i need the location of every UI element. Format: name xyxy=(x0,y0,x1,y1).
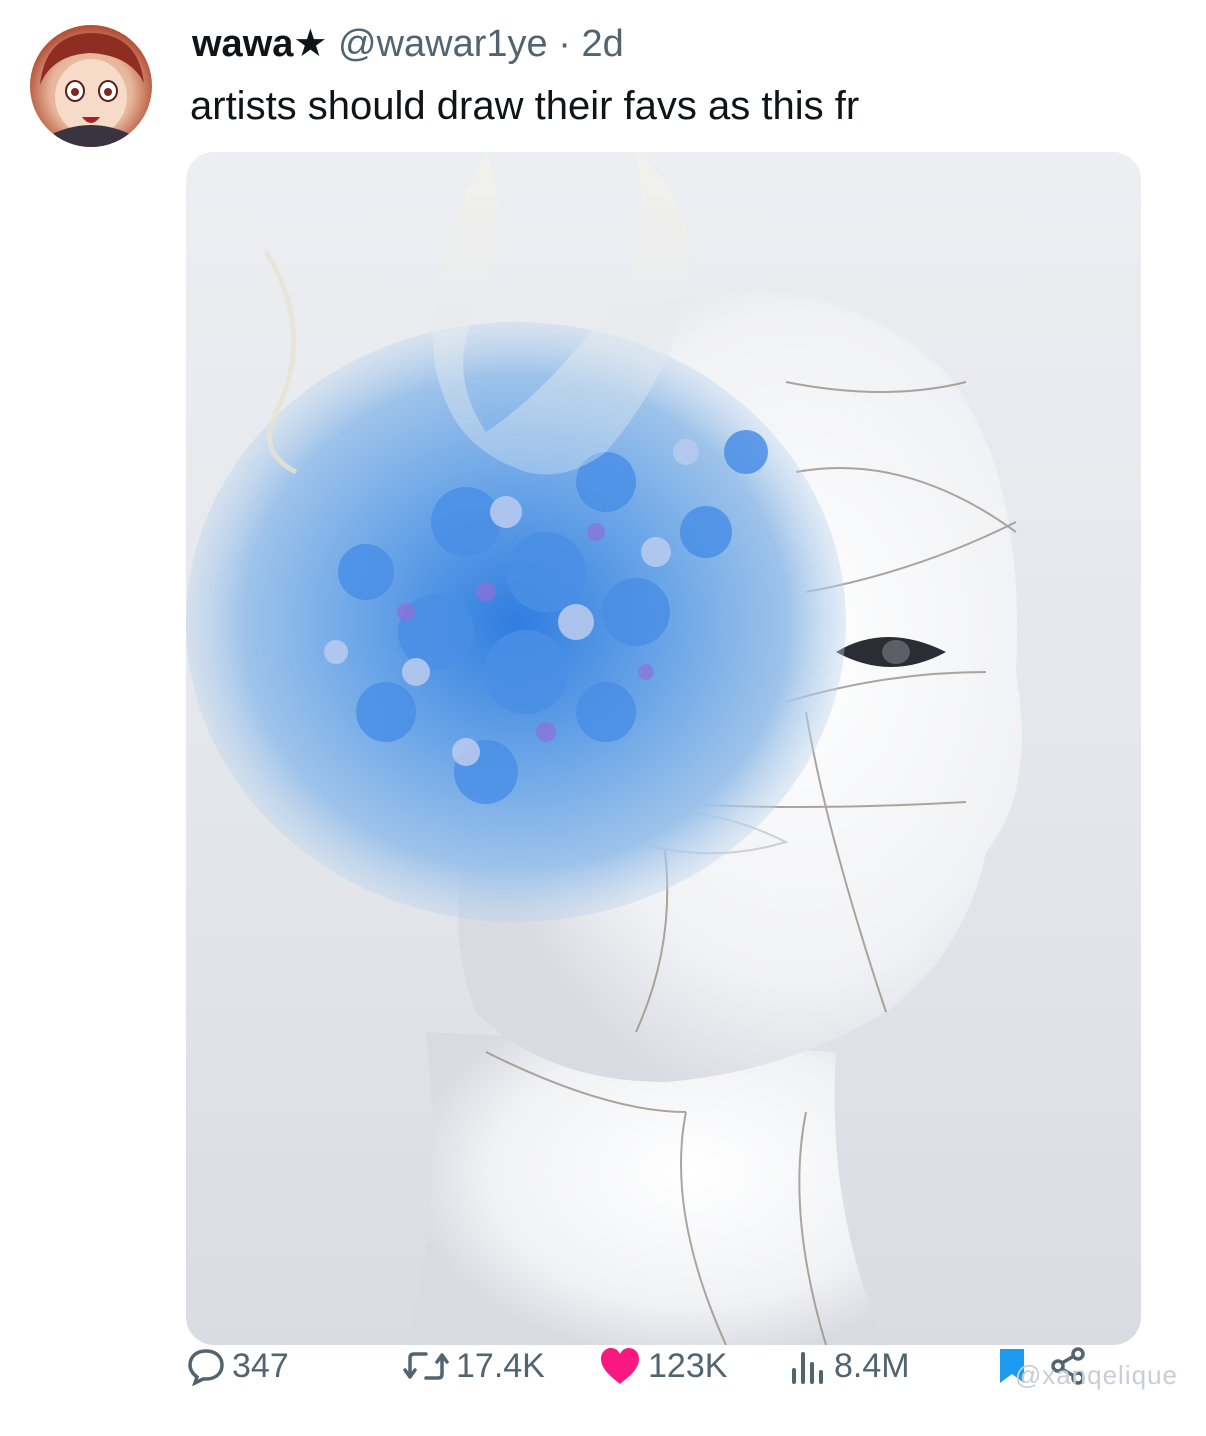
avatar[interactable] xyxy=(30,25,152,147)
tweet-header: wawa★ @wawar1ye · 2d xyxy=(192,22,624,66)
separator-dot: · xyxy=(558,23,571,65)
heart-icon xyxy=(598,1346,642,1386)
display-name[interactable]: wawa xyxy=(192,23,293,65)
views-count: 8.4M xyxy=(834,1346,910,1385)
star-icon: ★ xyxy=(293,23,328,65)
reply-button[interactable]: 347 xyxy=(186,1336,289,1396)
tweet-text: artists should draw their favs as this f… xyxy=(190,84,860,128)
views-chart-icon xyxy=(788,1346,828,1386)
retweet-count: 17.4K xyxy=(456,1346,545,1385)
user-handle[interactable]: @wawar1ye xyxy=(338,23,548,65)
reply-icon xyxy=(186,1346,226,1386)
tweet-time[interactable]: 2d xyxy=(581,23,623,65)
anime-avatar-icon xyxy=(40,33,144,147)
reply-count: 347 xyxy=(232,1346,289,1385)
tweet-media-image[interactable] xyxy=(186,152,1141,1345)
retweet-icon xyxy=(402,1346,450,1386)
views-button[interactable]: 8.4M xyxy=(788,1336,910,1396)
like-count: 123K xyxy=(648,1346,728,1385)
watermark: @xanqelique xyxy=(1014,1360,1178,1390)
mannequin-flower-head-image xyxy=(186,152,1022,1345)
like-button[interactable]: 123K xyxy=(598,1336,727,1396)
retweet-button[interactable]: 17.4K xyxy=(402,1336,545,1396)
